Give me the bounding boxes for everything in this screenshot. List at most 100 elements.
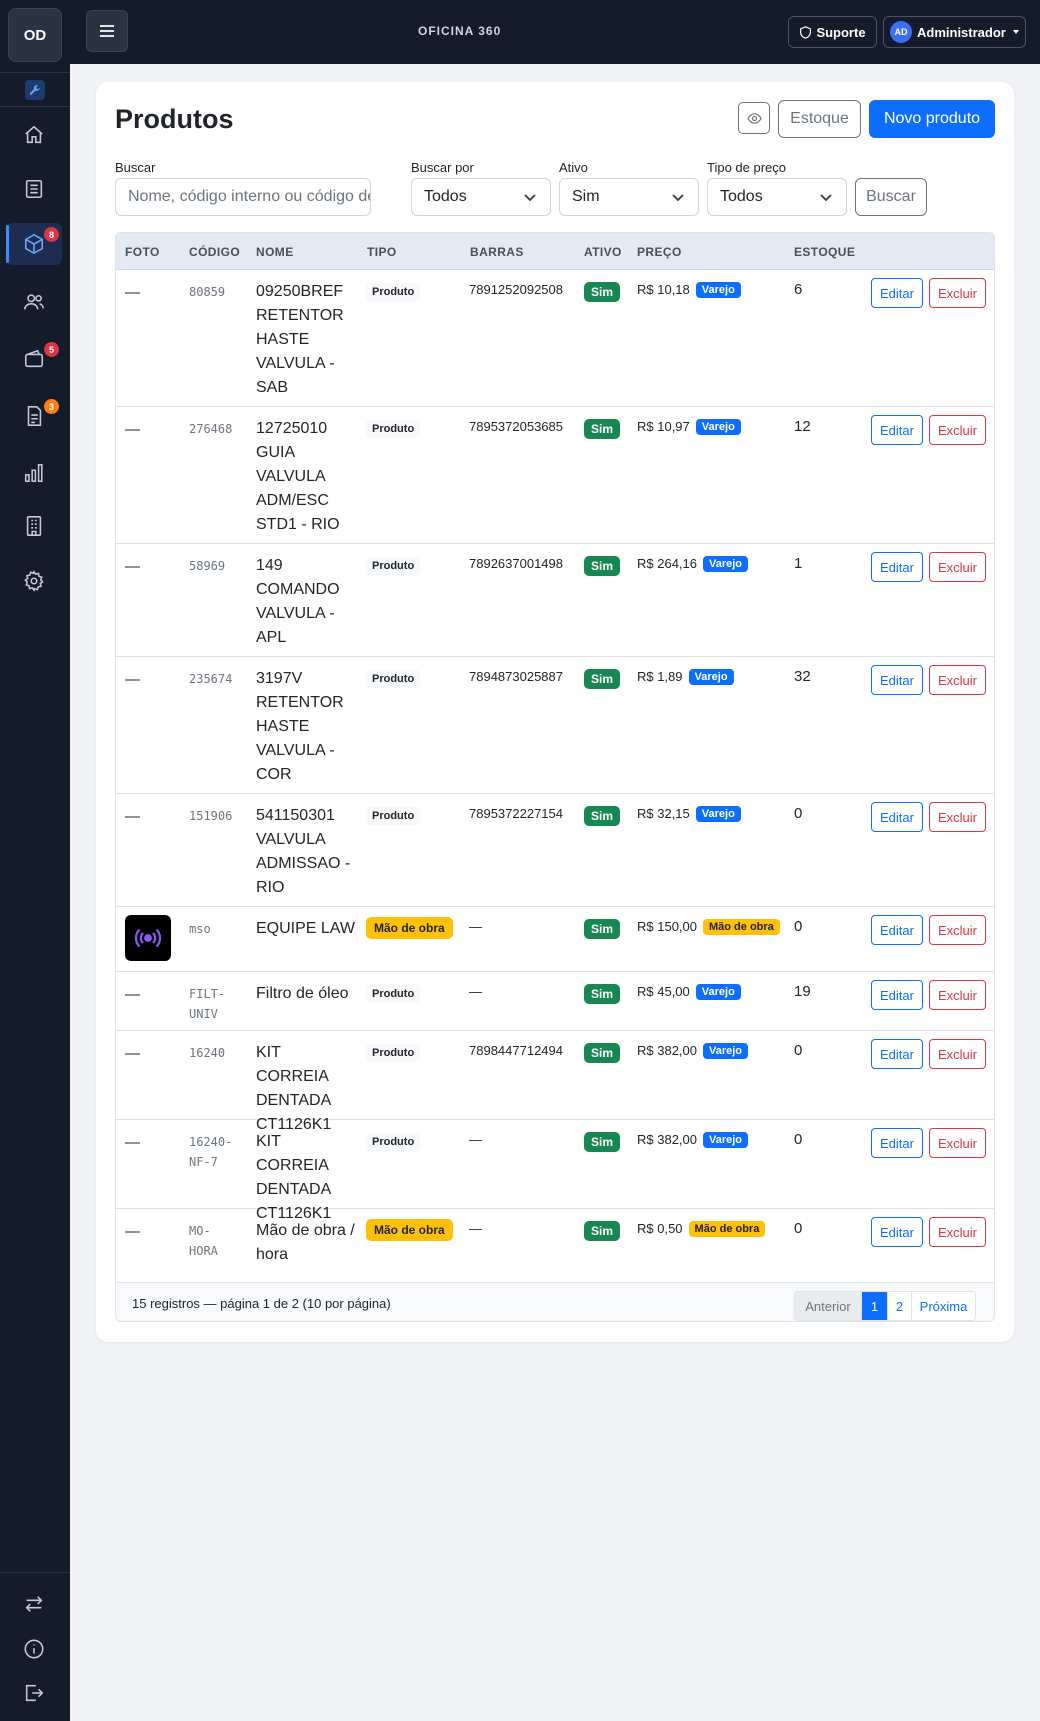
sidebar-item-customers[interactable] bbox=[6, 281, 62, 323]
toggle-view-button[interactable] bbox=[738, 102, 770, 134]
swap-arrows-icon bbox=[25, 1596, 43, 1612]
estoque: 19 bbox=[794, 983, 811, 1000]
wrench-icon bbox=[25, 80, 45, 100]
wallet-icon bbox=[24, 349, 44, 368]
codigo: MO-HORA bbox=[189, 1224, 218, 1258]
new-product-button[interactable]: Novo produto bbox=[869, 100, 995, 138]
estoque: 12 bbox=[794, 418, 811, 435]
edit-button[interactable]: Editar bbox=[871, 1039, 923, 1069]
page-2-button[interactable]: 2 bbox=[888, 1292, 912, 1320]
edit-button[interactable]: Editar bbox=[871, 1128, 923, 1158]
tipo-badge: Mão de obra bbox=[366, 1219, 453, 1241]
active-label: Ativo bbox=[559, 160, 588, 175]
codigo: 16240 bbox=[189, 1046, 226, 1060]
sidebar-item-orders[interactable] bbox=[6, 168, 62, 210]
sidebar-item-reports[interactable] bbox=[6, 452, 62, 494]
preco: R$ 150,00 Mão de obra bbox=[637, 919, 780, 935]
foto-placeholder: — bbox=[125, 1223, 140, 1240]
nome: 3197V RETENTOR HASTE VALVULA - COR bbox=[256, 670, 344, 783]
nome: 09250BREF RETENTOR HASTE VALVULA - SAB bbox=[256, 283, 344, 396]
edit-button[interactable]: Editar bbox=[871, 665, 923, 695]
topbar: OFICINA 360 Suporte AD Administrador bbox=[70, 0, 1040, 64]
search-by-select[interactable]: Todos bbox=[411, 178, 551, 216]
brand-logo[interactable]: OD bbox=[8, 8, 62, 62]
delete-button[interactable]: Excluir bbox=[929, 665, 986, 695]
foto-placeholder: — bbox=[125, 1045, 140, 1062]
menu-toggle-button[interactable] bbox=[86, 10, 128, 52]
edit-button[interactable]: Editar bbox=[871, 1217, 923, 1247]
delete-button[interactable]: Excluir bbox=[929, 1039, 986, 1069]
sidebar-item-home[interactable] bbox=[6, 114, 62, 156]
preco: R$ 382,00 Varejo bbox=[637, 1043, 749, 1059]
next-page-button[interactable]: Próxima bbox=[912, 1292, 975, 1320]
edit-button[interactable]: Editar bbox=[871, 278, 923, 308]
sidebar-item-finance[interactable]: 5 bbox=[6, 338, 62, 380]
tipo-badge: Mão de obra bbox=[366, 917, 453, 939]
documents-badge: 3 bbox=[44, 399, 59, 414]
delete-button[interactable]: Excluir bbox=[929, 415, 986, 445]
page-1-button[interactable]: 1 bbox=[862, 1292, 888, 1320]
sidebar-item-settings[interactable] bbox=[6, 560, 62, 602]
user-menu-button[interactable]: AD Administrador bbox=[883, 16, 1026, 48]
foto-placeholder: — bbox=[125, 558, 140, 575]
price-type-badge: Varejo bbox=[703, 556, 749, 572]
sidebar-item-documents[interactable]: 3 bbox=[6, 395, 62, 437]
delete-button[interactable]: Excluir bbox=[929, 802, 986, 832]
delete-button[interactable]: Excluir bbox=[929, 980, 986, 1010]
edit-button[interactable]: Editar bbox=[871, 415, 923, 445]
support-label: Suporte bbox=[816, 24, 866, 40]
edit-button[interactable]: Editar bbox=[871, 802, 923, 832]
estoque: 0 bbox=[794, 1220, 803, 1237]
preco: R$ 10,97 Varejo bbox=[637, 419, 741, 435]
estoque: 0 bbox=[794, 1042, 803, 1059]
sidebar-item-company[interactable] bbox=[6, 505, 62, 547]
header-preco: PREÇO bbox=[637, 245, 682, 259]
products-table: FOTO CÓDIGO NOME TIPO BARRAS ATIVO PREÇO… bbox=[115, 232, 995, 1322]
codigo: 58969 bbox=[189, 559, 226, 573]
records-summary: 15 registros — página 1 de 2 (10 por pág… bbox=[132, 1296, 391, 1311]
tipo: Mão de obra bbox=[366, 1219, 453, 1241]
support-button[interactable]: Suporte bbox=[788, 16, 877, 48]
shield-icon bbox=[800, 25, 812, 39]
stock-button[interactable]: Estoque bbox=[778, 100, 861, 138]
edit-button[interactable]: Editar bbox=[871, 980, 923, 1010]
bar-chart-icon bbox=[24, 463, 43, 483]
price-type-select[interactable]: Todos bbox=[707, 178, 847, 216]
tipo-badge: Produto bbox=[366, 420, 421, 438]
edit-button[interactable]: Editar bbox=[871, 552, 923, 582]
products-badge: 8 bbox=[44, 227, 59, 242]
delete-button[interactable]: Excluir bbox=[929, 915, 986, 945]
delete-button[interactable]: Excluir bbox=[929, 552, 986, 582]
ativo: Sim bbox=[584, 919, 621, 939]
ativo: Sim bbox=[584, 984, 621, 1004]
active-select[interactable]: Sim bbox=[559, 178, 699, 216]
price-type-value: Todos bbox=[720, 188, 763, 205]
active-value: Sim bbox=[572, 188, 600, 205]
nome: 149 COMANDO VALVULA - APL bbox=[256, 557, 340, 646]
ativo: Sim bbox=[584, 1221, 621, 1241]
switch-account-button[interactable] bbox=[6, 1586, 62, 1622]
estoque: 0 bbox=[794, 1131, 803, 1148]
ativo: Sim bbox=[584, 669, 621, 689]
price-type-badge: Varejo bbox=[703, 1043, 749, 1059]
logout-button[interactable] bbox=[6, 1675, 62, 1711]
product-photo[interactable] bbox=[125, 915, 171, 961]
ativo: Sim bbox=[584, 556, 621, 576]
chevron-down-icon bbox=[672, 194, 684, 202]
search-button[interactable]: Buscar bbox=[855, 178, 927, 216]
header-codigo: CÓDIGO bbox=[189, 245, 241, 259]
barras: 7892637001498 bbox=[469, 556, 563, 571]
delete-button[interactable]: Excluir bbox=[929, 1128, 986, 1158]
info-icon bbox=[24, 1639, 44, 1659]
search-input[interactable]: Nome, código interno ou código de bbox=[115, 178, 371, 216]
delete-button[interactable]: Excluir bbox=[929, 278, 986, 308]
info-button[interactable] bbox=[6, 1631, 62, 1667]
eye-icon bbox=[746, 112, 762, 124]
finance-badge: 5 bbox=[44, 342, 59, 357]
sidebar-item-products[interactable]: 8 bbox=[6, 223, 62, 265]
price-type-badge: Varejo bbox=[695, 282, 741, 298]
delete-button[interactable]: Excluir bbox=[929, 1217, 986, 1247]
sidebar-divider bbox=[0, 106, 70, 107]
edit-button[interactable]: Editar bbox=[871, 915, 923, 945]
prev-page-button[interactable]: Anterior bbox=[795, 1292, 862, 1320]
